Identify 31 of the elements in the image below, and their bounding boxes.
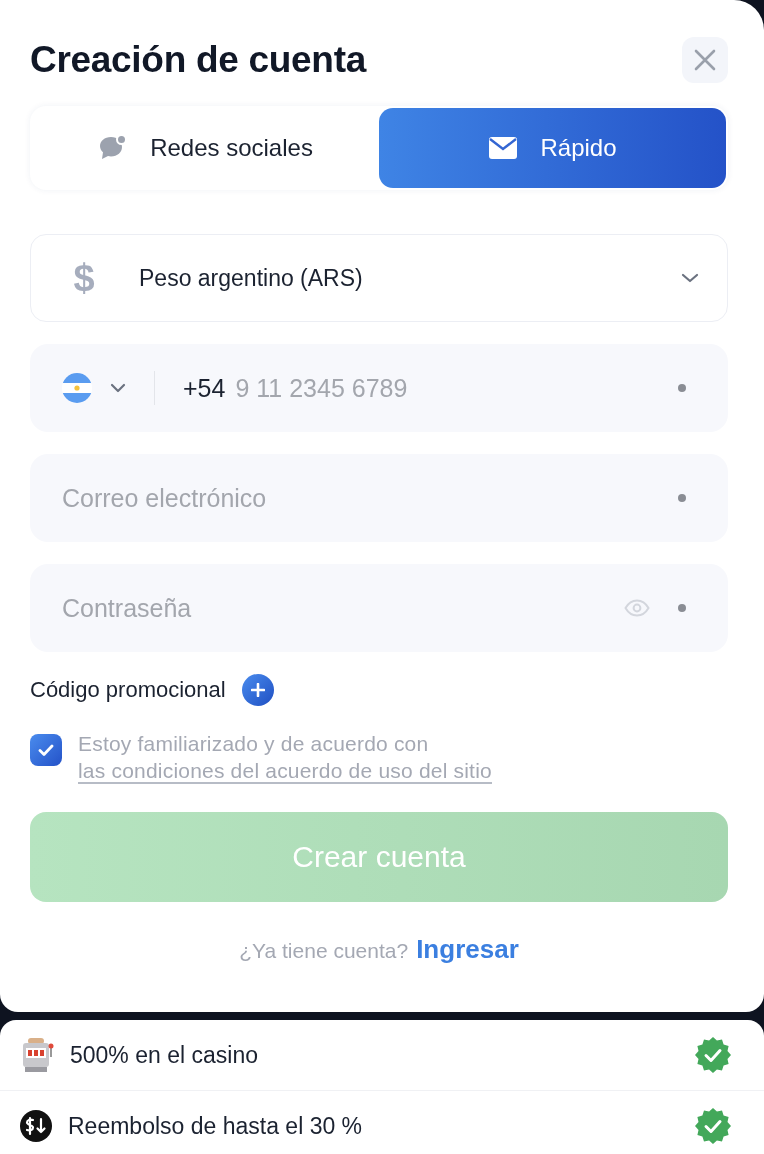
password-input[interactable]: Contraseña [62,593,614,623]
plus-icon [250,683,265,697]
chevron-down-icon [681,273,699,283]
email-field[interactable]: Correo electrónico [30,454,728,542]
close-button[interactable] [682,37,728,83]
chevron-down-icon [110,383,126,393]
email-input[interactable]: Correo electrónico [62,483,668,513]
login-prompt: ¿Ya tiene cuenta? [239,939,409,963]
bonus-text: Reembolso de hasta el 30 % [68,1112,364,1140]
slot-machine-icon [20,1037,54,1073]
tab[interactable]: Rápido [379,108,726,188]
flag-icon [62,373,92,403]
login-link[interactable]: Ingresar [416,934,519,965]
close-icon [693,48,717,72]
envelope-icon [488,136,519,160]
promo-code-label: Código promocional [30,677,226,703]
eye-icon [624,599,650,617]
dialog-title: Creación de cuenta [30,39,366,81]
agreement-text: Estoy familiarizado y de acuerdo con las condiciones del acuerdo de uso del sitio [78,731,493,784]
phone-input[interactable]: 9 11 2345 6789 [235,373,668,403]
password-field[interactable]: Contraseña [30,564,728,652]
coin-icon [20,1110,52,1142]
currency-value: Peso argentino (ARS) [139,264,364,292]
agreement-checkbox[interactable] [30,734,62,766]
checkmark-icon [38,744,54,756]
bonus-text: 500% en el casino [70,1041,259,1069]
dollar-icon: $ [59,256,109,300]
country-code: +54 [183,373,226,403]
add-promo-button[interactable] [241,674,274,706]
phone-field[interactable]: +54 9 11 2345 6789 [30,344,728,432]
currency-select[interactable]: $ Peso argentino (ARS) [30,234,728,322]
